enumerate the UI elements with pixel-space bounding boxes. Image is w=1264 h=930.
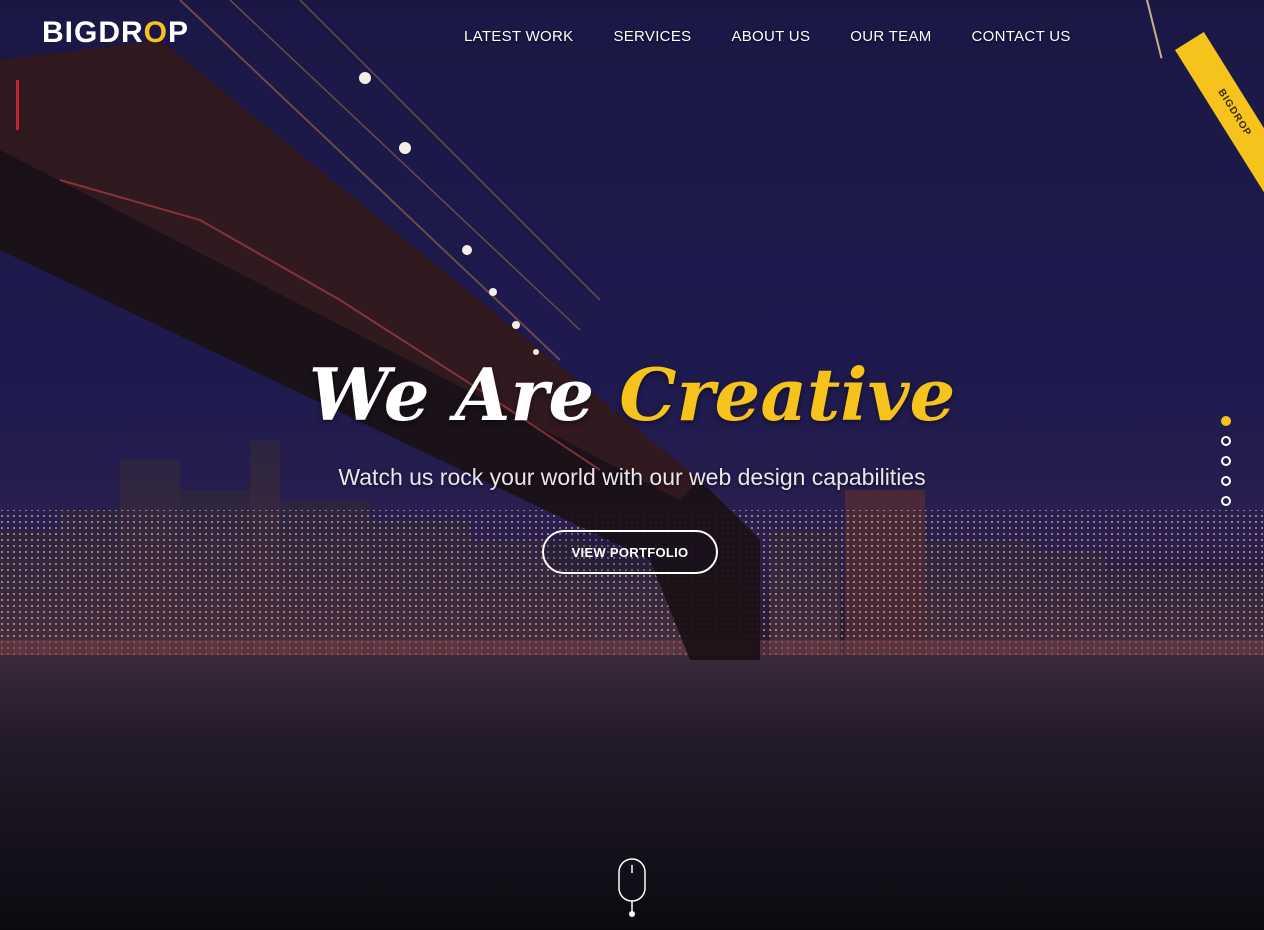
slider-dot-3[interactable] <box>1221 456 1231 466</box>
nav-our-team[interactable]: OUR TEAM <box>850 28 931 45</box>
mouse-icon[interactable] <box>617 857 647 919</box>
headline-yellow: Creative <box>619 352 956 437</box>
nav-about-us[interactable]: ABOUT US <box>731 28 810 45</box>
red-accent-mark <box>16 80 19 130</box>
logo-suffix: P <box>168 16 190 49</box>
headline-white: We Are <box>308 352 620 437</box>
nav-contact-us[interactable]: CONTACT US <box>972 28 1071 45</box>
slider-dot-2[interactable] <box>1221 436 1231 446</box>
slider-dots <box>1221 416 1231 506</box>
nav-latest-work[interactable]: LATEST WORK <box>464 28 573 45</box>
nav-services[interactable]: SERVICES <box>613 28 691 45</box>
hero-subline: Watch us rock your world with our web de… <box>338 464 926 490</box>
hero-section: BIGDROP LATEST WORK SERVICES ABOUT US OU… <box>0 0 1264 930</box>
hero-headline: We Are Creative <box>0 352 1264 437</box>
logo-o: O <box>143 16 169 49</box>
main-nav: LATEST WORK SERVICES ABOUT US OUR TEAM C… <box>464 28 1111 45</box>
slider-dot-4[interactable] <box>1221 476 1231 486</box>
slider-dot-5[interactable] <box>1221 496 1231 506</box>
slider-dot-1[interactable] <box>1221 416 1231 426</box>
logo-prefix: BIGDR <box>42 16 144 49</box>
view-portfolio-button[interactable]: VIEW PORTFOLIO <box>542 530 718 574</box>
logo[interactable]: BIGDROP <box>42 16 189 50</box>
